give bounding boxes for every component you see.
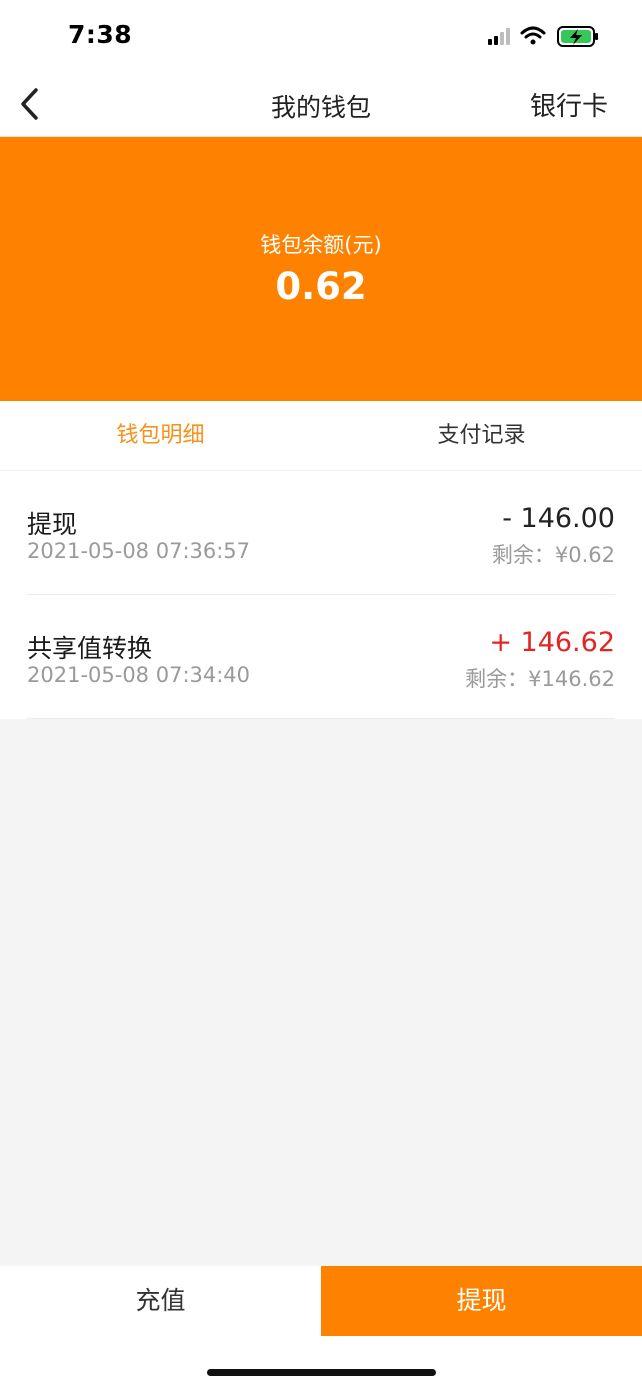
tab-payment-records[interactable]: 支付记录 xyxy=(321,401,642,470)
recharge-button[interactable]: 充值 xyxy=(0,1266,321,1336)
status-bar: 7:38 xyxy=(0,0,642,72)
status-time: 7:38 xyxy=(68,20,133,49)
balance-label: 钱包余额(元) xyxy=(260,233,382,257)
row-divider xyxy=(27,718,615,719)
home-indicator-area xyxy=(0,1336,642,1389)
transaction-list: 提现 2021-05-08 07:36:57 - 146.00 剩余：¥0.62… xyxy=(0,471,642,719)
withdraw-button[interactable]: 提现 xyxy=(321,1266,642,1336)
tab-bar: 钱包明细 支付记录 xyxy=(0,401,642,471)
transaction-time: 2021-05-08 07:36:57 xyxy=(27,539,251,563)
transaction-row[interactable]: 提现 2021-05-08 07:36:57 - 146.00 剩余：¥0.62 xyxy=(0,471,642,595)
status-icons xyxy=(482,24,602,50)
tab-wallet-details[interactable]: 钱包明细 xyxy=(0,401,321,470)
cellular-signal-icon xyxy=(488,28,510,45)
transaction-amount: - 146.00 xyxy=(502,503,615,534)
transaction-remaining-balance: 剩余：¥0.62 xyxy=(491,543,615,567)
transaction-amount: + 146.62 xyxy=(489,627,615,658)
transaction-title: 共享值转换 xyxy=(27,634,153,663)
home-indicator[interactable] xyxy=(207,1369,436,1376)
balance-panel: 钱包余额(元) 0.62 xyxy=(0,137,642,401)
navigation-bar: 我的钱包 银行卡 xyxy=(0,72,642,137)
battery-charging-icon xyxy=(557,26,598,47)
balance-value: 0.62 xyxy=(275,265,367,308)
transaction-remaining-balance: 剩余：¥146.62 xyxy=(465,667,615,691)
transaction-title: 提现 xyxy=(27,510,78,539)
transaction-time: 2021-05-08 07:34:40 xyxy=(27,663,251,687)
transaction-row[interactable]: 共享值转换 2021-05-08 07:34:40 + 146.62 剩余：¥1… xyxy=(0,595,642,719)
bottom-action-bar: 充值 提现 xyxy=(0,1266,642,1336)
wifi-icon xyxy=(520,26,546,45)
bank-card-button[interactable]: 银行卡 xyxy=(530,86,608,123)
